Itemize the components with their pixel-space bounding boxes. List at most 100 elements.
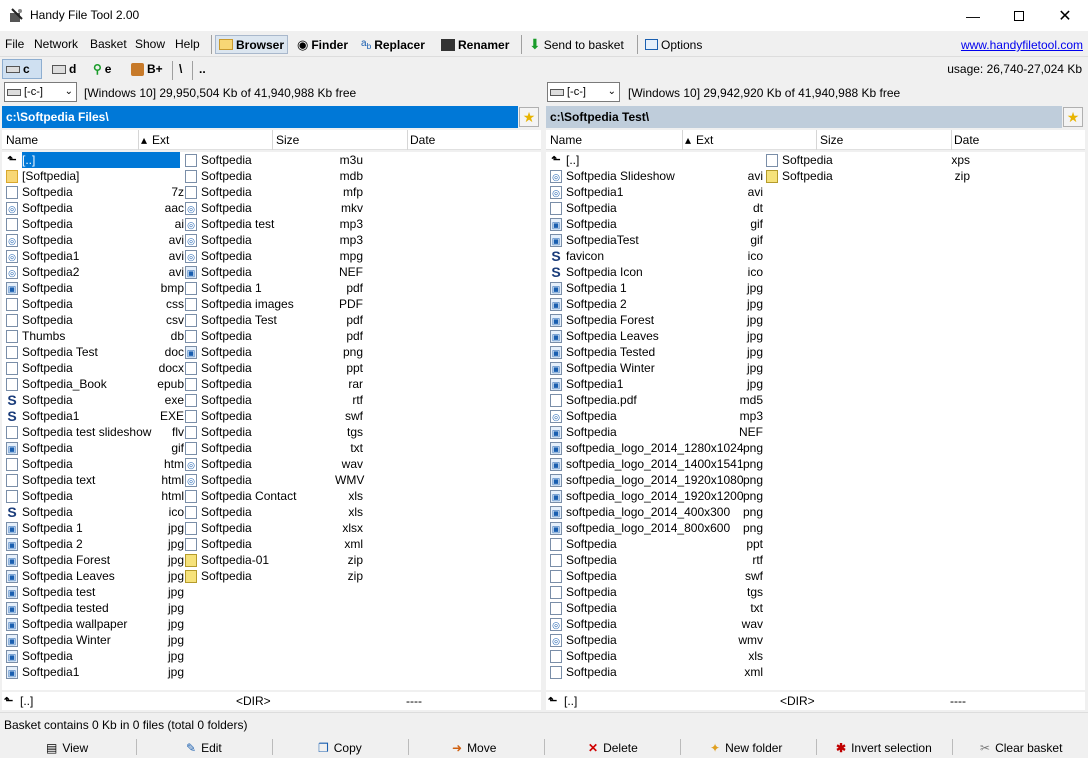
list-item[interactable]: Softpedia 7z (6, 184, 186, 200)
list-item[interactable]: Softpedia_Book epub (6, 376, 186, 392)
menu-network[interactable]: Network (34, 37, 78, 51)
col-size-header[interactable]: Size (276, 133, 299, 147)
list-item[interactable]: Softpedia Test doc (6, 344, 186, 360)
col-name-header[interactable]: Name (6, 133, 38, 147)
list-item[interactable]: ▣ softpedia_logo_2014_1920x1200 png (550, 488, 765, 504)
close-button[interactable]: ✕ (1042, 0, 1088, 31)
list-item[interactable]: Sfavicon ico (550, 248, 765, 264)
list-item[interactable]: S Softpedia Icon ico (550, 264, 765, 280)
list-item[interactable]: Softpedia mfp (185, 184, 365, 200)
right-file-list[interactable]: ⬑ [..] ◎ Softpedia Slideshow avi ◎ Softpedia1 a… (546, 152, 1085, 690)
copy-button[interactable]: ❐ Copy (318, 738, 362, 757)
finder-button[interactable]: ◉ Finder (294, 35, 351, 54)
list-item[interactable]: ▣ Softpedia 2 jpg (550, 296, 765, 312)
menu-show[interactable]: Show (135, 37, 165, 51)
left-favorite-button[interactable]: ★ (519, 107, 539, 127)
list-item[interactable]: ▣ Softpedia bmp (6, 280, 186, 296)
list-item[interactable]: ◎ Softpedia wmv (550, 632, 765, 648)
list-item[interactable]: ◎ Softpedia avi (6, 232, 186, 248)
menu-file[interactable]: File (5, 37, 24, 51)
list-item[interactable]: Softpedia 1 pdf (185, 280, 365, 296)
list-item[interactable]: Softpedia images PDF (185, 296, 365, 312)
minimize-button[interactable]: — (950, 0, 996, 31)
col-ext-header[interactable]: Ext (696, 133, 713, 147)
list-item[interactable]: Softpedia xls (550, 648, 765, 664)
list-item[interactable]: ▣ Softpedia Forest jpg (550, 312, 765, 328)
list-item[interactable]: [Softpedia] (6, 168, 186, 184)
list-item[interactable]: ▣ Softpedia wallpaper jpg (6, 616, 186, 632)
list-item[interactable]: ▣ softpedia_logo_2014_1280x1024 png (550, 440, 765, 456)
list-item[interactable]: Softpedia rar (185, 376, 365, 392)
list-item[interactable]: Softpedia ppt (185, 360, 365, 376)
list-item[interactable]: ◎ Softpedia wav (185, 456, 365, 472)
up-level-button[interactable]: .. (196, 59, 209, 79)
basket-button[interactable]: B+ (128, 59, 166, 79)
left-file-list[interactable]: ⬑ [..] [Softpedia] Softpedia 7z ◎ Softpedia aac… (2, 152, 541, 690)
delete-button[interactable]: ✕ Delete (588, 738, 638, 757)
send-to-basket-button[interactable]: ⬇ Send to basket (526, 35, 627, 54)
list-item[interactable]: Softpedia.pdf md5 (550, 392, 765, 408)
list-item[interactable]: ▣ Softpedia Winter jpg (550, 360, 765, 376)
list-item[interactable]: ▣ Softpedia Tested jpg (550, 344, 765, 360)
list-item[interactable]: S Softpedia1 EXE (6, 408, 186, 424)
list-item[interactable]: ▣ Softpedia png (185, 344, 365, 360)
list-item[interactable]: ▣ softpedia_logo_2014_1400x1541 png (550, 456, 765, 472)
list-item[interactable]: ▣ Softpedia Forest jpg (6, 552, 186, 568)
list-item[interactable]: Softpedia Test pdf (185, 312, 365, 328)
list-item[interactable]: ▣ Softpedia Leaves jpg (550, 328, 765, 344)
list-item[interactable]: ⬑ [..] (550, 152, 765, 168)
list-item[interactable]: Softpedia html (6, 488, 186, 504)
list-item[interactable]: Softpedia zip (766, 168, 972, 184)
list-item[interactable]: ◎ Softpedia test mp3 (185, 216, 365, 232)
list-item[interactable]: Softpedia rtf (550, 552, 765, 568)
list-item[interactable]: ▣ Softpedia gif (550, 216, 765, 232)
list-item[interactable]: ◎ Softpedia1 avi (550, 184, 765, 200)
list-item[interactable]: ▣ Softpedia1 jpg (6, 664, 186, 680)
list-item[interactable]: Softpedia htm (6, 456, 186, 472)
invert-selection-button[interactable]: ✱ Invert selection (836, 738, 932, 757)
right-favorite-button[interactable]: ★ (1063, 107, 1083, 127)
list-item[interactable]: Softpedia Contact xls (185, 488, 365, 504)
menu-help[interactable]: Help (175, 37, 200, 51)
list-item[interactable]: Softpedia xml (550, 664, 765, 680)
list-item[interactable]: Softpedia test slideshow flv (6, 424, 186, 440)
list-item[interactable]: Softpedia tgs (185, 424, 365, 440)
list-item[interactable]: Softpedia tgs (550, 584, 765, 600)
list-item[interactable]: ▣ Softpedia test jpg (6, 584, 186, 600)
list-item[interactable]: Softpedia docx (6, 360, 186, 376)
list-item[interactable]: ◎ Softpedia mpg (185, 248, 365, 264)
col-ext-header[interactable]: Ext (152, 133, 169, 147)
list-item[interactable]: ◎ Softpedia mp3 (185, 232, 365, 248)
list-item[interactable]: S Softpedia exe (6, 392, 186, 408)
list-item[interactable]: ▣ Softpedia NEF (185, 264, 365, 280)
list-item[interactable]: ▣ Softpedia jpg (6, 648, 186, 664)
move-button[interactable]: ➜ Move (452, 738, 496, 757)
root-button[interactable]: \ (176, 59, 185, 79)
col-date-header[interactable]: Date (954, 133, 979, 147)
right-drive-select[interactable]: [-c-] ⌄ (547, 82, 620, 102)
list-item[interactable]: ▣ Softpedia 1 jpg (6, 520, 186, 536)
list-item[interactable]: Softpedia mdb (185, 168, 365, 184)
list-item[interactable]: ◎ Softpedia2 avi (6, 264, 186, 280)
drive-e-button[interactable]: ⚲ e (90, 59, 114, 79)
list-item[interactable]: ▣ Softpedia 1 jpg (550, 280, 765, 296)
list-item[interactable]: ▣ softpedia_logo_2014_400x300 png (550, 504, 765, 520)
list-item[interactable]: Softpedia xls (185, 504, 365, 520)
browser-button[interactable]: Browser (215, 35, 289, 54)
list-item[interactable]: Softpedia pdf (185, 328, 365, 344)
maximize-button[interactable] (996, 0, 1042, 31)
list-item[interactable]: Softpedia xml (185, 536, 365, 552)
list-item[interactable]: ▣ Softpedia Leaves jpg (6, 568, 186, 584)
list-item[interactable]: ◎ Softpedia1 avi (6, 248, 186, 264)
list-item[interactable]: Softpedia rtf (185, 392, 365, 408)
left-drive-select[interactable]: [-c-] ⌄ (4, 82, 77, 102)
list-item[interactable]: ◎ Softpedia mp3 (550, 408, 765, 424)
list-item[interactable]: ◎ Softpedia wav (550, 616, 765, 632)
list-item[interactable]: Thumbs db (6, 328, 186, 344)
list-item[interactable]: Softpedia csv (6, 312, 186, 328)
replacer-button[interactable]: ab Replacer (358, 35, 428, 54)
list-item[interactable]: Softpedia xlsx (185, 520, 365, 536)
list-item[interactable]: Softpedia txt (550, 600, 765, 616)
website-link[interactable]: www.handyfiletool.com (961, 38, 1083, 52)
options-button[interactable]: Options (642, 35, 705, 54)
